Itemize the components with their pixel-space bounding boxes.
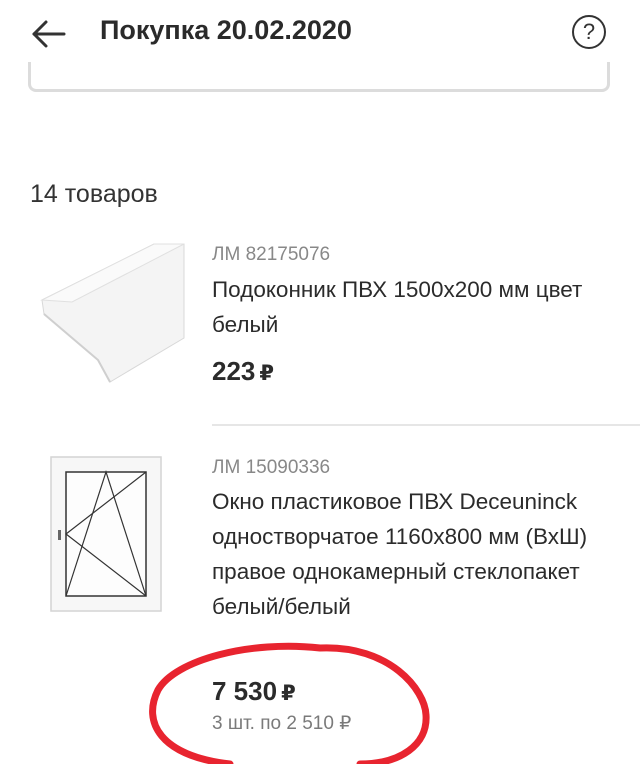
help-icon[interactable]: ? bbox=[572, 15, 606, 49]
help-icon-glyph: ? bbox=[582, 19, 596, 44]
currency-symbol: ₽ bbox=[259, 362, 275, 385]
back-arrow-icon[interactable] bbox=[30, 14, 70, 54]
items-count: 14 товаров bbox=[30, 180, 158, 208]
price-value: 223 bbox=[212, 356, 256, 386]
summary-card-edge bbox=[28, 62, 610, 92]
currency-symbol: ₽ bbox=[281, 682, 296, 705]
page-title: Покупка 20.02.2020 bbox=[100, 15, 352, 45]
unit-price: 3 шт. по 2 510 ₽ bbox=[212, 713, 352, 734]
windowsill-thumbnail bbox=[40, 243, 185, 383]
window-thumbnail bbox=[50, 456, 162, 612]
product-item[interactable]: ЛМ 15090336 Окно пластиковое ПВХ Deceuni… bbox=[0, 450, 640, 764]
product-name: Окно пластиковое ПВХ Deceuninck одноство… bbox=[212, 489, 588, 619]
product-item[interactable]: ЛМ 82175076 Подоконник ПВХ 1500х200 мм ц… bbox=[0, 236, 640, 426]
product-price: 223 ₽ bbox=[212, 356, 274, 387]
product-name: Подоконник ПВХ 1500х200 мм цвет белый bbox=[212, 277, 583, 337]
header: Покупка 20.02.2020 ? bbox=[0, 0, 640, 70]
product-price: 7 530 ₽ bbox=[212, 676, 296, 707]
divider bbox=[212, 424, 640, 426]
price-value: 7 530 bbox=[212, 676, 278, 706]
product-sku: ЛМ 15090336 bbox=[212, 457, 331, 478]
product-sku: ЛМ 82175076 bbox=[212, 244, 331, 265]
